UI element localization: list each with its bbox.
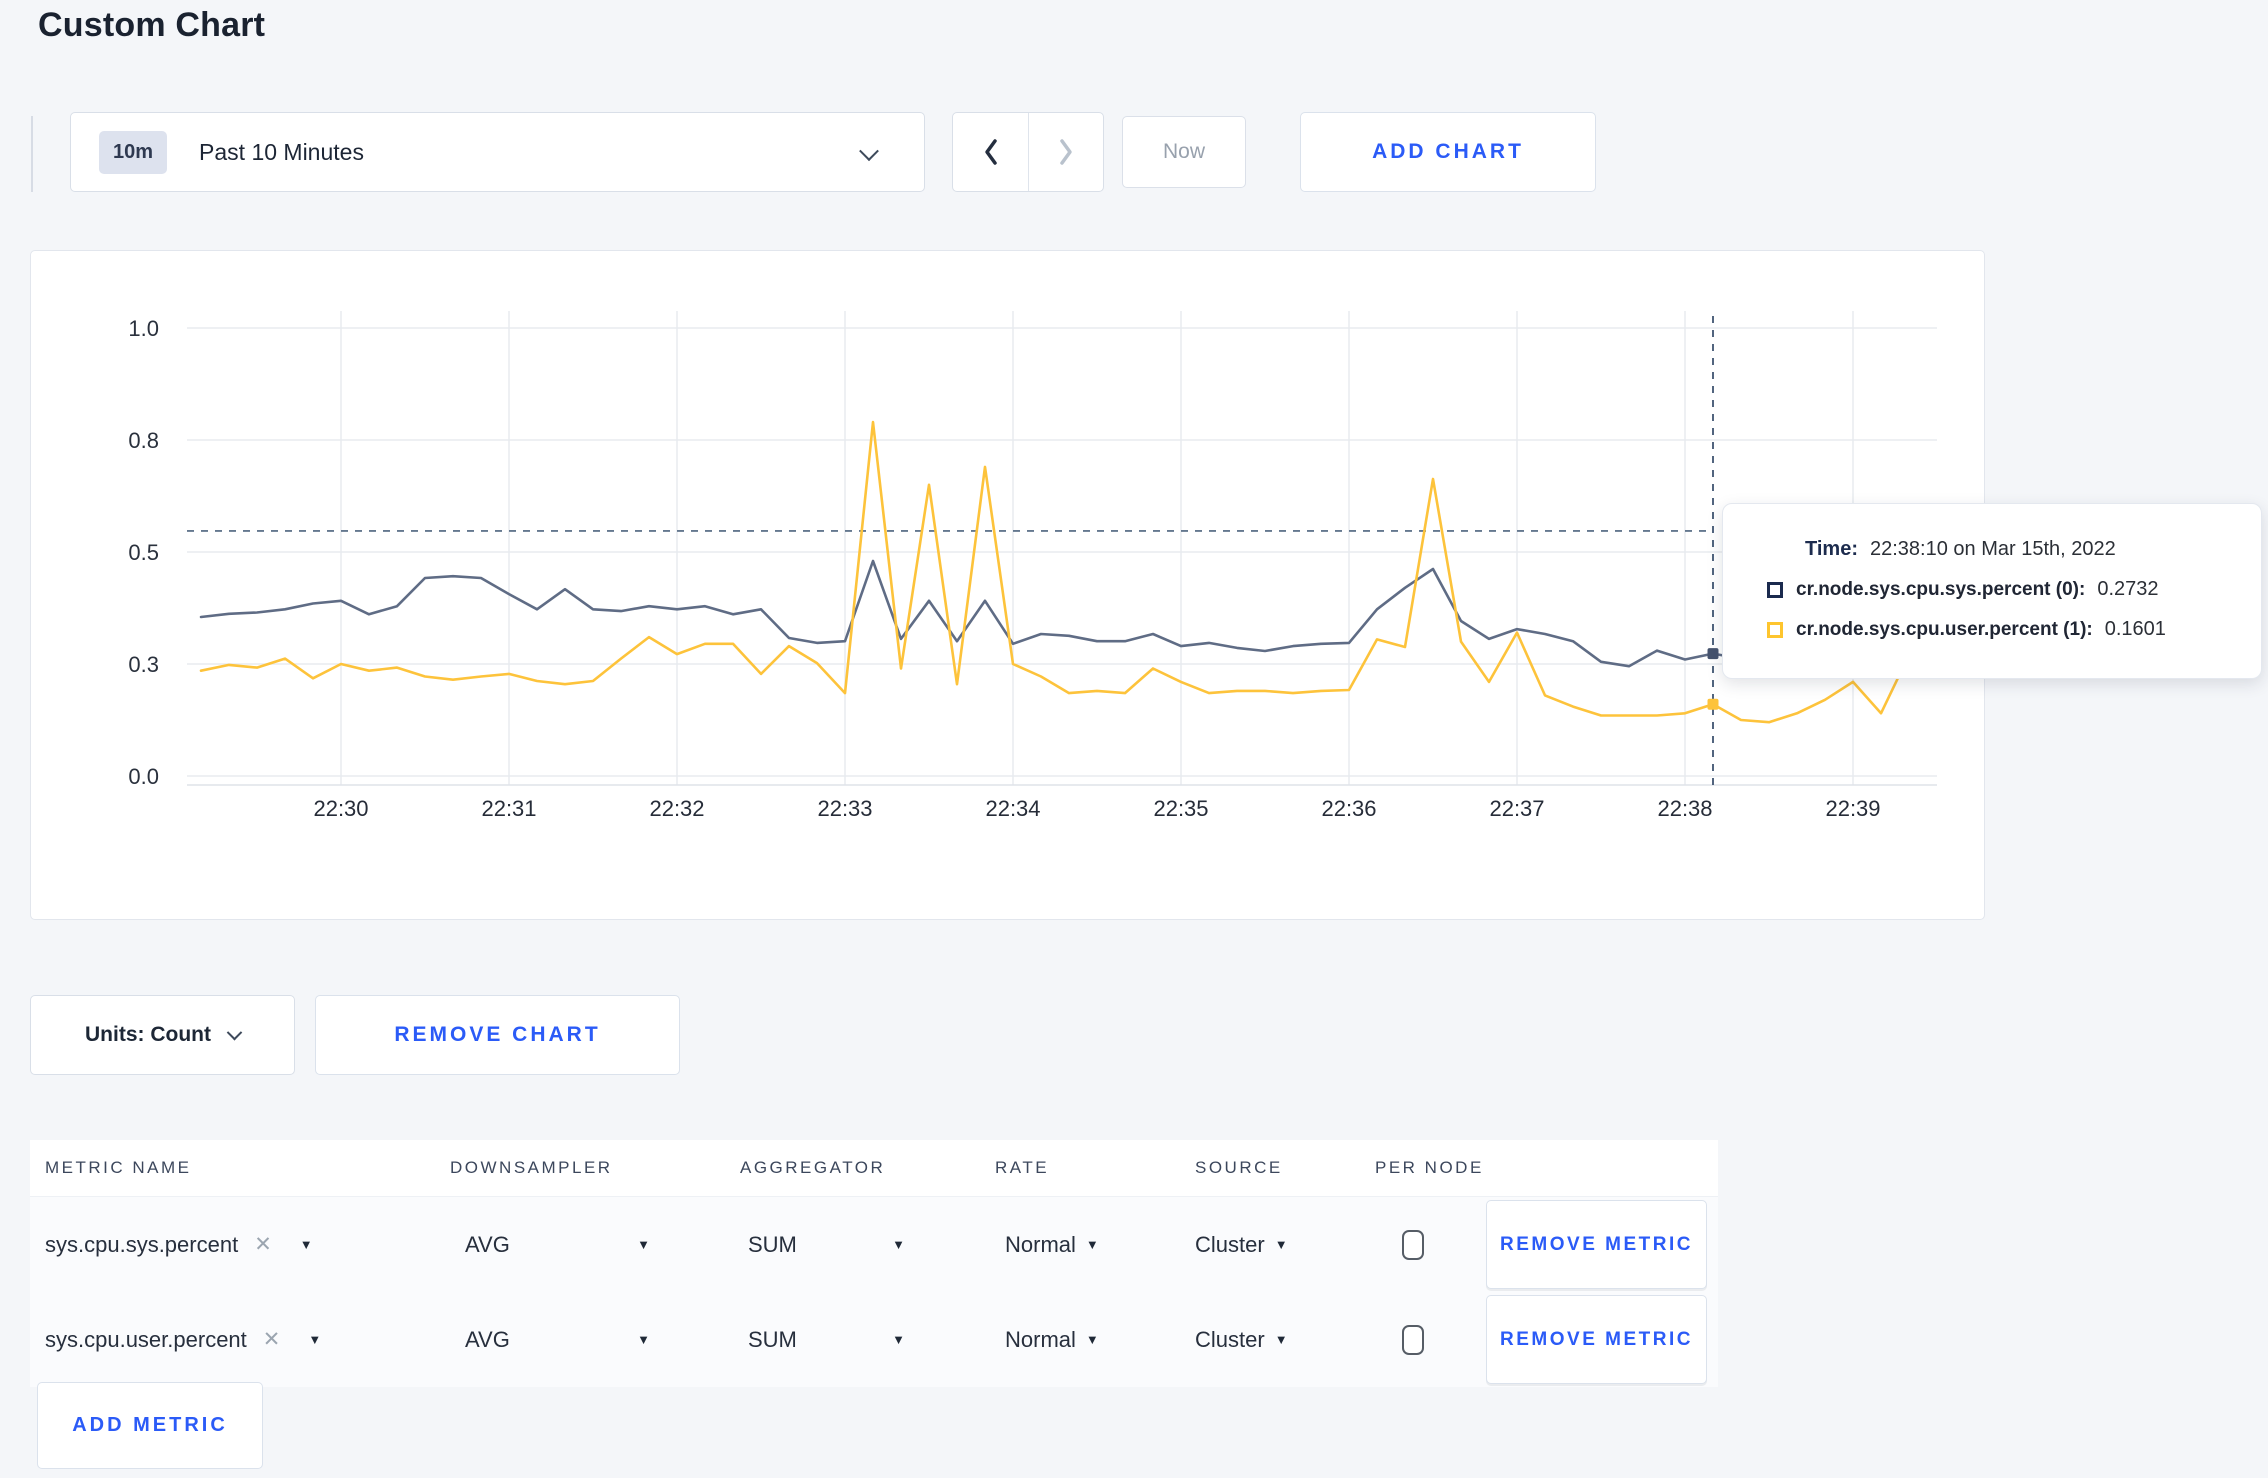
downsampler-select[interactable]: AVG ▼ xyxy=(450,1327,650,1353)
prev-time-button[interactable] xyxy=(953,113,1028,191)
per-node-checkbox[interactable] xyxy=(1402,1324,1424,1355)
chevron-left-icon xyxy=(984,139,997,165)
svg-text:22:31: 22:31 xyxy=(481,796,536,821)
tooltip-time-value: 22:38:10 on Mar 15th, 2022 xyxy=(1869,538,2116,560)
downsampler-value: AVG xyxy=(465,1231,510,1257)
metric-name-value[interactable]: sys.cpu.sys.percent xyxy=(45,1232,238,1258)
col-header-per-node: PER NODE xyxy=(1375,1158,1484,1177)
add-chart-button[interactable]: ADD CHART xyxy=(1300,112,1596,192)
caret-down-icon: ▼ xyxy=(1274,1237,1288,1252)
svg-text:22:36: 22:36 xyxy=(1321,796,1376,821)
time-range-badge: 10m xyxy=(99,130,168,174)
tooltip-series-value: 0.1601 xyxy=(2104,618,2166,640)
col-header-rate: RATE xyxy=(995,1158,1050,1177)
svg-text:0.8: 0.8 xyxy=(128,428,159,453)
time-range-label: Past 10 Minutes xyxy=(199,138,364,165)
svg-text:0.5: 0.5 xyxy=(128,540,159,565)
toolbar-accent-divider xyxy=(31,116,33,192)
svg-text:22:30: 22:30 xyxy=(313,796,368,821)
source-value: Cluster xyxy=(1195,1231,1265,1257)
col-header-metric-name: METRIC NAME xyxy=(45,1158,192,1177)
tooltip-series-value: 0.2732 xyxy=(2097,578,2159,600)
remove-metric-button[interactable]: REMOVE METRIC xyxy=(1486,1200,1707,1289)
per-node-checkbox[interactable] xyxy=(1402,1229,1424,1260)
svg-text:22:32: 22:32 xyxy=(649,796,704,821)
caret-down-icon: ▼ xyxy=(1274,1332,1288,1347)
downsampler-value: AVG xyxy=(465,1326,510,1352)
chart-card: 0.0 0.3 0.5 0.8 1.0 22:30 22:31 22:32 22:33 22:34… xyxy=(30,250,1985,920)
units-dropdown[interactable]: Units: Count xyxy=(30,995,295,1075)
metrics-table-header: METRIC NAME DOWNSAMPLER AGGREGATOR RATE … xyxy=(30,1140,1718,1197)
source-select[interactable]: Cluster ▼ xyxy=(1195,1232,1288,1258)
col-header-downsampler: DOWNSAMPLER xyxy=(450,1158,613,1177)
svg-text:22:39: 22:39 xyxy=(1825,796,1880,821)
aggregator-value: SUM xyxy=(748,1326,797,1352)
remove-metric-button[interactable]: REMOVE METRIC xyxy=(1486,1295,1707,1384)
chevron-right-icon xyxy=(1060,139,1072,165)
svg-text:0.0: 0.0 xyxy=(128,764,159,789)
metrics-table: METRIC NAME DOWNSAMPLER AGGREGATOR RATE … xyxy=(30,1140,1718,1387)
page-title: Custom Chart xyxy=(38,6,266,44)
col-header-source: SOURCE xyxy=(1195,1158,1283,1177)
time-step-arrows xyxy=(952,112,1104,192)
remove-metric-x-icon[interactable]: ✕ xyxy=(263,1327,281,1352)
svg-text:22:38: 22:38 xyxy=(1657,796,1712,821)
series-sys-swatch-icon xyxy=(1767,581,1783,598)
remove-metric-x-icon[interactable]: ✕ xyxy=(254,1232,272,1257)
caret-down-icon: ▼ xyxy=(1085,1237,1099,1252)
add-metric-button[interactable]: ADD METRIC xyxy=(37,1382,263,1469)
rate-value: Normal xyxy=(1005,1326,1076,1352)
tooltip-series-name: cr.node.sys.cpu.sys.percent (0): xyxy=(1796,578,2086,600)
caret-down-icon: ▼ xyxy=(637,1237,650,1252)
caret-down-icon: ▼ xyxy=(637,1332,650,1347)
table-row: sys.cpu.user.percent ✕ ▼ AVG ▼ SUM ▼ Nor… xyxy=(30,1292,1718,1387)
now-button[interactable]: Now xyxy=(1122,116,1246,188)
units-label: Units: Count xyxy=(85,1023,211,1046)
tooltip-series-name: cr.node.sys.cpu.user.percent (1): xyxy=(1796,618,2093,640)
time-range-dropdown[interactable]: 10m Past 10 Minutes xyxy=(70,112,925,192)
aggregator-value: SUM xyxy=(748,1231,797,1257)
chevron-down-icon xyxy=(226,1024,243,1040)
svg-text:22:34: 22:34 xyxy=(985,796,1040,821)
chevron-down-icon xyxy=(859,141,879,162)
aggregator-select[interactable]: SUM ▼ xyxy=(740,1327,905,1353)
rate-select[interactable]: Normal ▼ xyxy=(995,1232,1099,1258)
rate-select[interactable]: Normal ▼ xyxy=(995,1327,1099,1353)
chart-hover-tooltip: Time: 22:38:10 on Mar 15th, 2022 cr.node… xyxy=(1722,503,2262,679)
series-user-swatch-icon xyxy=(1767,621,1783,638)
svg-text:22:35: 22:35 xyxy=(1153,796,1208,821)
tooltip-time-label: Time: xyxy=(1805,538,1858,560)
downsampler-select[interactable]: AVG ▼ xyxy=(450,1232,650,1258)
caret-down-icon: ▼ xyxy=(892,1237,905,1252)
metric-name-value[interactable]: sys.cpu.user.percent xyxy=(45,1327,247,1353)
caret-down-icon: ▼ xyxy=(892,1332,905,1347)
source-select[interactable]: Cluster ▼ xyxy=(1195,1327,1288,1353)
caret-down-icon: ▼ xyxy=(1085,1332,1099,1347)
remove-chart-button[interactable]: REMOVE CHART xyxy=(315,995,680,1075)
source-value: Cluster xyxy=(1195,1326,1265,1352)
table-row: sys.cpu.sys.percent ✕ ▼ AVG ▼ SUM ▼ Norm… xyxy=(30,1197,1718,1292)
next-time-button[interactable] xyxy=(1028,113,1103,191)
metric-name-caret-icon[interactable]: ▼ xyxy=(308,1332,321,1347)
svg-text:22:33: 22:33 xyxy=(817,796,872,821)
svg-text:22:37: 22:37 xyxy=(1489,796,1544,821)
aggregator-select[interactable]: SUM ▼ xyxy=(740,1232,905,1258)
col-header-aggregator: AGGREGATOR xyxy=(740,1158,886,1177)
rate-value: Normal xyxy=(1005,1231,1076,1257)
svg-text:0.3: 0.3 xyxy=(128,652,159,677)
metric-name-caret-icon[interactable]: ▼ xyxy=(300,1237,313,1252)
custom-chart-plot[interactable]: 0.0 0.3 0.5 0.8 1.0 22:30 22:31 22:32 22:33 22:34… xyxy=(31,251,1984,919)
svg-text:1.0: 1.0 xyxy=(128,316,159,341)
